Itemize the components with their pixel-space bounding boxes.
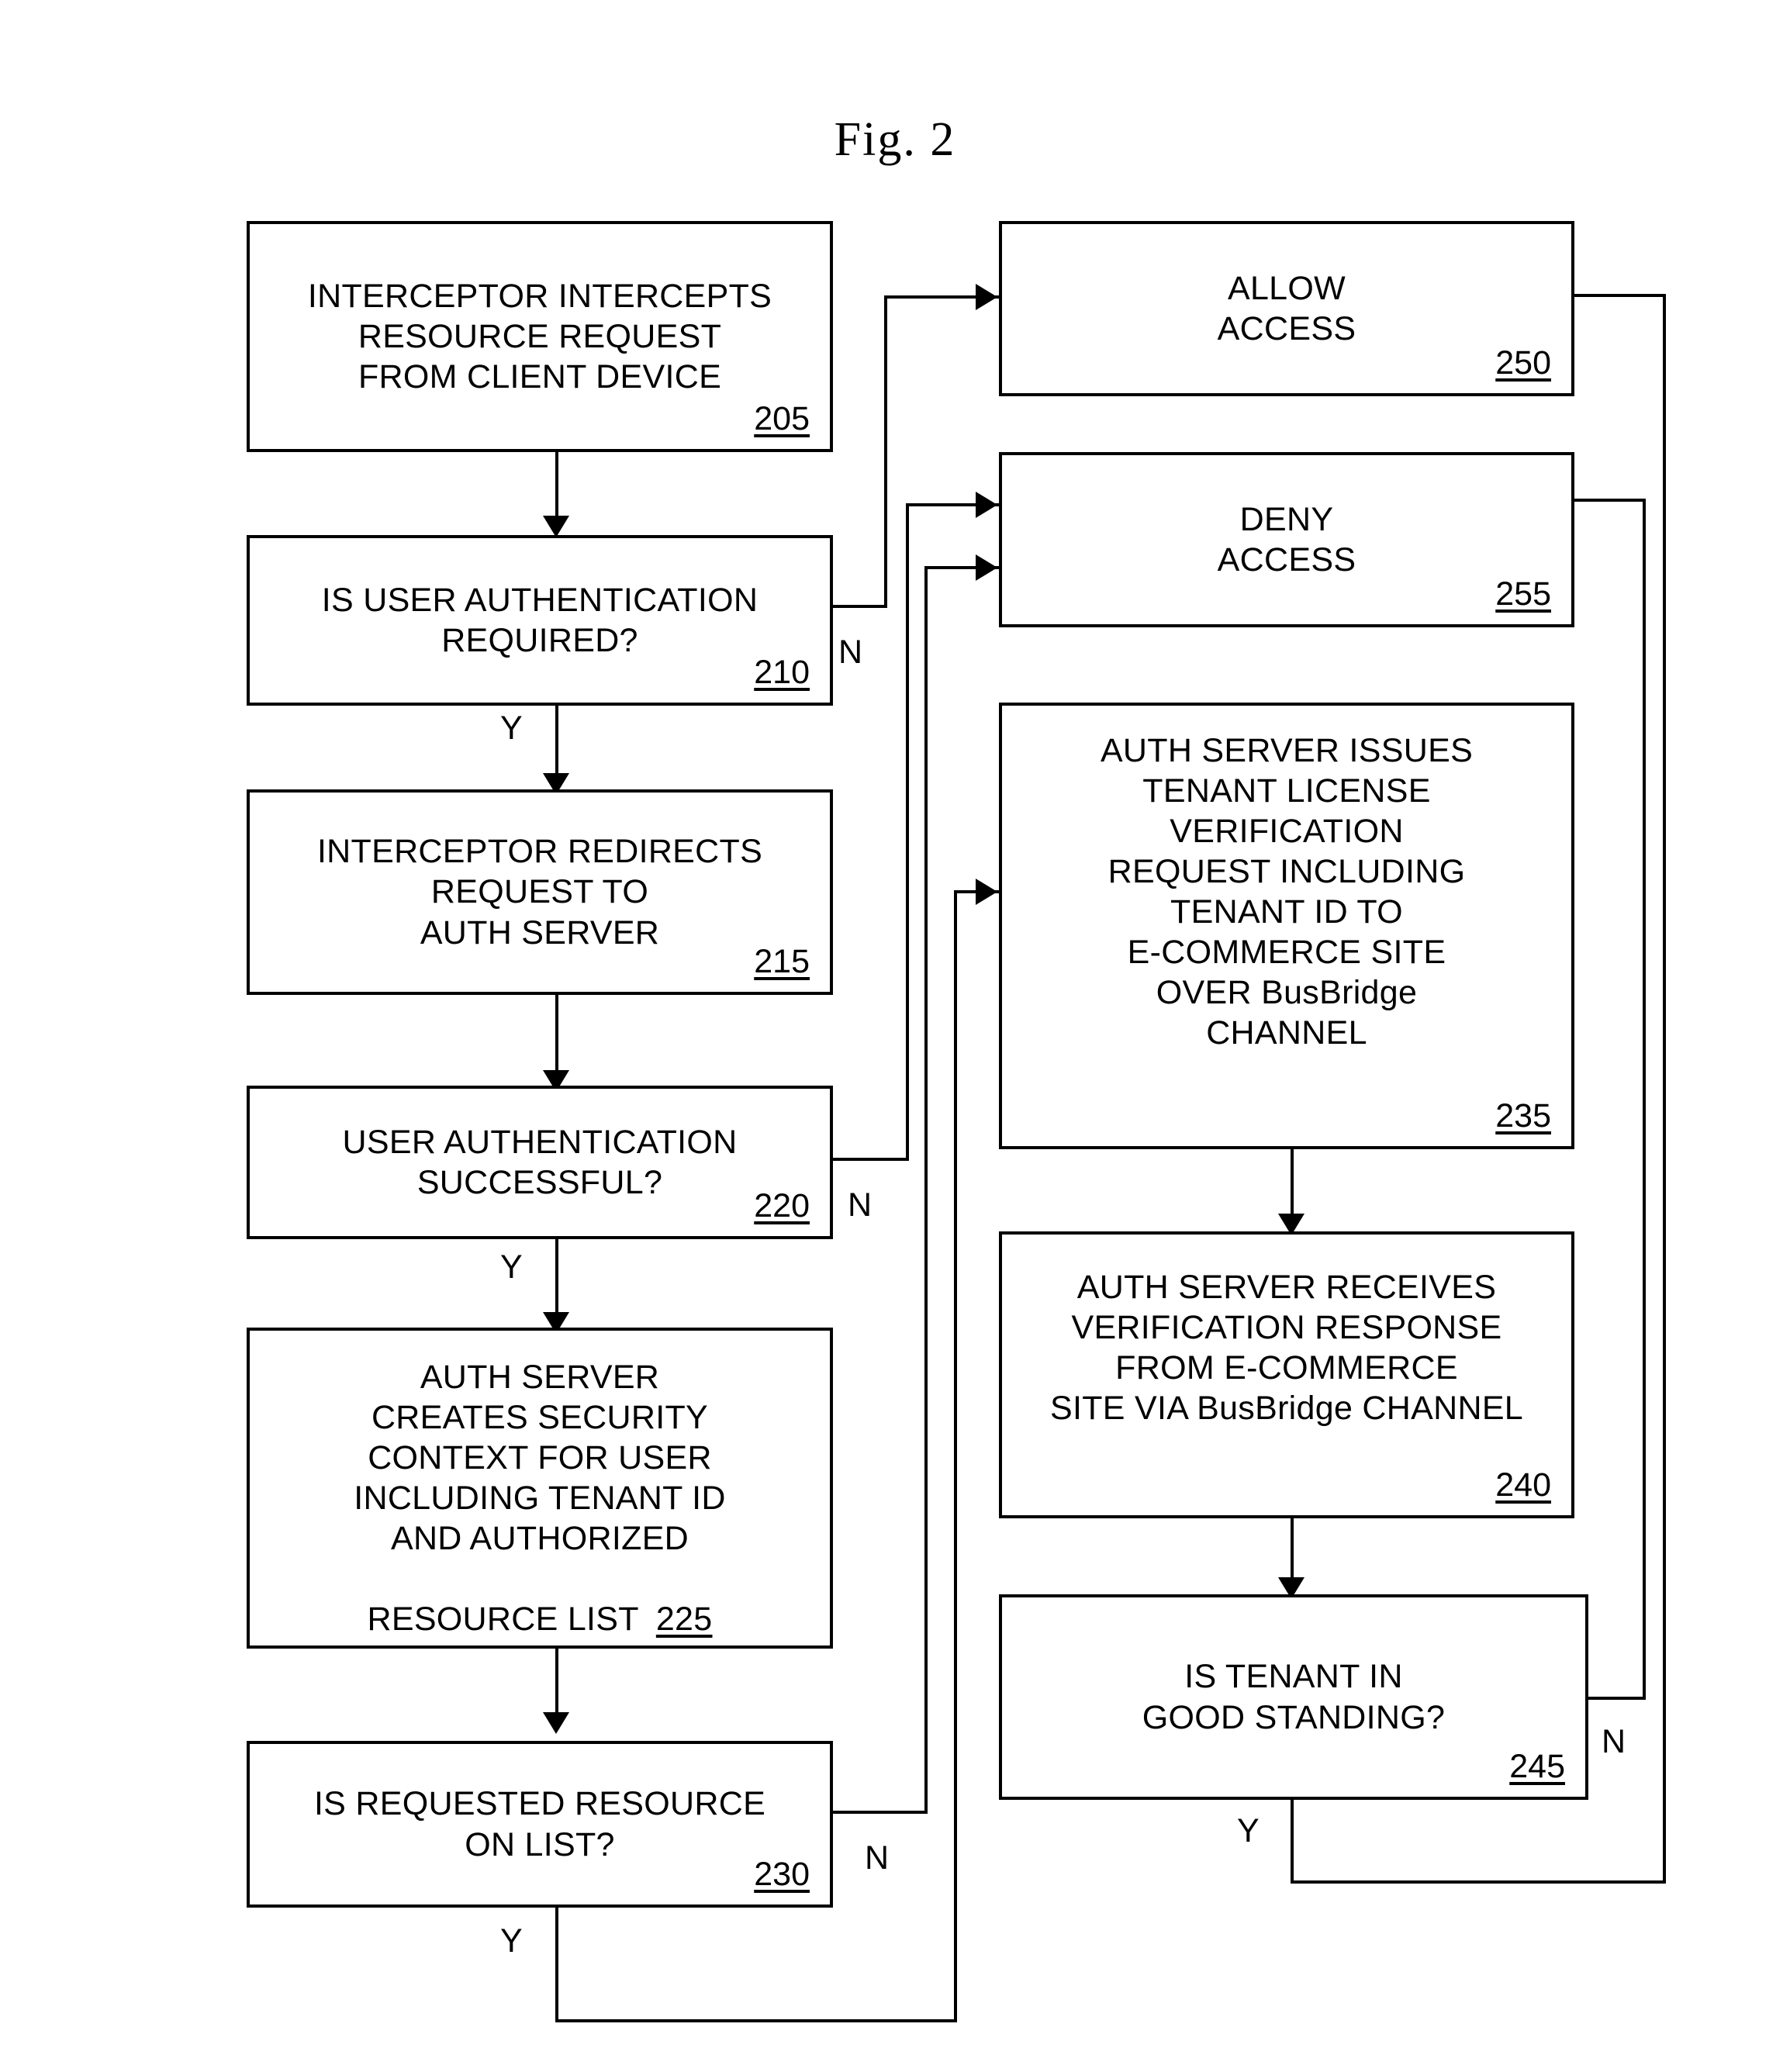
node-235-ref: 235	[1495, 1097, 1551, 1134]
branch-label-210-no: N	[838, 634, 863, 671]
node-245-text: IS TENANT IN GOOD STANDING?	[1142, 1658, 1446, 1736]
figure-title: Fig. 2	[834, 113, 956, 166]
figure-canvas: Fig. 2 N Y N Y N Y N Y INTERCEPTOR INTER…	[0, 0, 1790, 2072]
connector-220N-seg-h1	[827, 1158, 909, 1161]
node-225-text: AUTH SERVER CREATES SECURITY CONTEXT FOR…	[354, 1359, 726, 1558]
connector-245Y-seg-h1	[1291, 1880, 1666, 1884]
arrowhead-225-to-230	[543, 1712, 569, 1734]
node-235[interactable]: AUTH SERVER ISSUES TENANT LICENSE VERIFI…	[999, 703, 1574, 1149]
node-245-ref: 245	[1509, 1748, 1565, 1785]
arrowhead-230Y-to-235	[976, 879, 997, 905]
node-220-ref: 220	[754, 1187, 810, 1224]
node-210-ref: 210	[754, 654, 810, 691]
connector-245N-seg-v	[1643, 499, 1646, 1700]
connector-245Y-seg-v1	[1291, 1800, 1294, 1884]
connector-205-to-210	[555, 452, 558, 520]
node-215-ref: 215	[754, 943, 810, 980]
connector-210N-seg-v	[884, 295, 887, 608]
node-210-text: IS USER AUTHENTICATION REQUIRED?	[321, 581, 759, 659]
branch-label-210-yes: Y	[500, 710, 523, 747]
connector-225-to-230	[555, 1649, 558, 1718]
node-245[interactable]: IS TENANT IN GOOD STANDING? 245	[999, 1594, 1588, 1800]
connector-220N-seg-v	[906, 503, 909, 1161]
connector-210-to-215	[555, 706, 558, 779]
node-205-text: INTERCEPTOR INTERCEPTS RESOURCE REQUEST …	[307, 277, 772, 395]
arrowhead-220N-to-255	[976, 492, 997, 518]
node-205[interactable]: INTERCEPTOR INTERCEPTS RESOURCE REQUEST …	[247, 221, 833, 452]
node-230-ref: 230	[754, 1856, 810, 1893]
node-250-text: ALLOW ACCESS	[1217, 269, 1356, 347]
branch-label-245-yes: Y	[1237, 1812, 1260, 1849]
node-250-ref: 250	[1495, 344, 1551, 382]
node-225[interactable]: AUTH SERVER CREATES SECURITY CONTEXT FOR…	[247, 1328, 833, 1649]
branch-label-230-yes: Y	[500, 1922, 523, 1960]
branch-label-220-yes: Y	[500, 1248, 523, 1286]
node-220-text: USER AUTHENTICATION SUCCESSFUL?	[342, 1123, 738, 1201]
connector-230Y-seg-v2	[954, 890, 957, 2022]
arrowhead-210N-to-250	[976, 284, 997, 310]
connector-230Y-seg-h1	[555, 2019, 957, 2022]
connector-245N-seg-h1	[1585, 1697, 1646, 1700]
connector-215-to-220	[555, 995, 558, 1076]
node-215-text: INTERCEPTOR REDIRECTS REQUEST TO AUTH SE…	[316, 833, 763, 951]
node-230-text: IS REQUESTED RESOURCE ON LIST?	[313, 1785, 766, 1863]
connector-245Y-seg-h2	[1574, 294, 1666, 297]
node-220[interactable]: USER AUTHENTICATION SUCCESSFUL? 220	[247, 1086, 833, 1239]
node-235-text: AUTH SERVER ISSUES TENANT LICENSE VERIFI…	[1100, 732, 1474, 1052]
branch-label-230-no: N	[865, 1839, 890, 1877]
node-255[interactable]: DENY ACCESS 255	[999, 452, 1574, 627]
node-230[interactable]: IS REQUESTED RESOURCE ON LIST? 230	[247, 1741, 833, 1908]
connector-230N-seg-h1	[827, 1811, 928, 1814]
connector-245Y-seg-v2	[1663, 294, 1666, 1884]
connector-245N-seg-h2	[1574, 499, 1646, 502]
connector-230N-seg-v	[924, 566, 928, 1814]
node-240-ref: 240	[1495, 1466, 1551, 1504]
node-215[interactable]: INTERCEPTOR REDIRECTS REQUEST TO AUTH SE…	[247, 789, 833, 995]
node-225-last-line: RESOURCE LIST 225	[367, 1559, 712, 1639]
connector-235-to-240	[1291, 1149, 1294, 1221]
node-250[interactable]: ALLOW ACCESS 250	[999, 221, 1574, 396]
node-255-ref: 255	[1495, 575, 1551, 613]
node-240[interactable]: AUTH SERVER RECEIVES VERIFICATION RESPON…	[999, 1231, 1574, 1518]
node-205-ref: 205	[754, 400, 810, 437]
branch-label-220-no: N	[848, 1186, 873, 1224]
connector-220-to-225	[555, 1239, 558, 1318]
node-225-ref: 225	[655, 1601, 713, 1639]
arrowhead-230N-to-255	[976, 554, 997, 581]
connector-230Y-seg-v1	[555, 1908, 558, 2022]
branch-label-245-no: N	[1602, 1723, 1626, 1760]
arrowhead-205-to-210	[543, 516, 569, 537]
connector-210N-seg-h1	[827, 605, 887, 608]
connector-240-to-245	[1291, 1518, 1294, 1584]
node-225-last-line-text: RESOURCE LIST	[367, 1601, 639, 1639]
node-210[interactable]: IS USER AUTHENTICATION REQUIRED? 210	[247, 535, 833, 706]
node-240-text: AUTH SERVER RECEIVES VERIFICATION RESPON…	[1049, 1269, 1524, 1428]
node-255-text: DENY ACCESS	[1217, 500, 1356, 578]
